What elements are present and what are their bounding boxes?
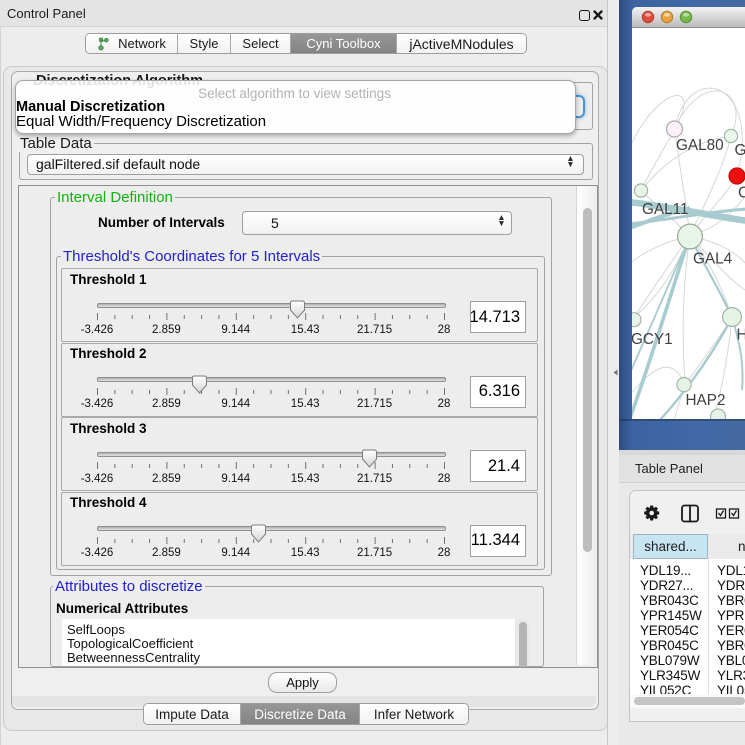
svg-text:C: C — [738, 185, 745, 202]
svg-text:GAL4: GAL4 — [693, 251, 733, 268]
svg-text:GAL11: GAL11 — [642, 201, 689, 218]
svg-text:HAP2: HAP2 — [686, 392, 726, 409]
svg-text:GAL80: GAL80 — [676, 137, 724, 154]
svg-text:GA: GA — [735, 142, 745, 159]
svg-text:H: H — [737, 327, 745, 344]
svg-text:GCY1: GCY1 — [632, 331, 673, 348]
